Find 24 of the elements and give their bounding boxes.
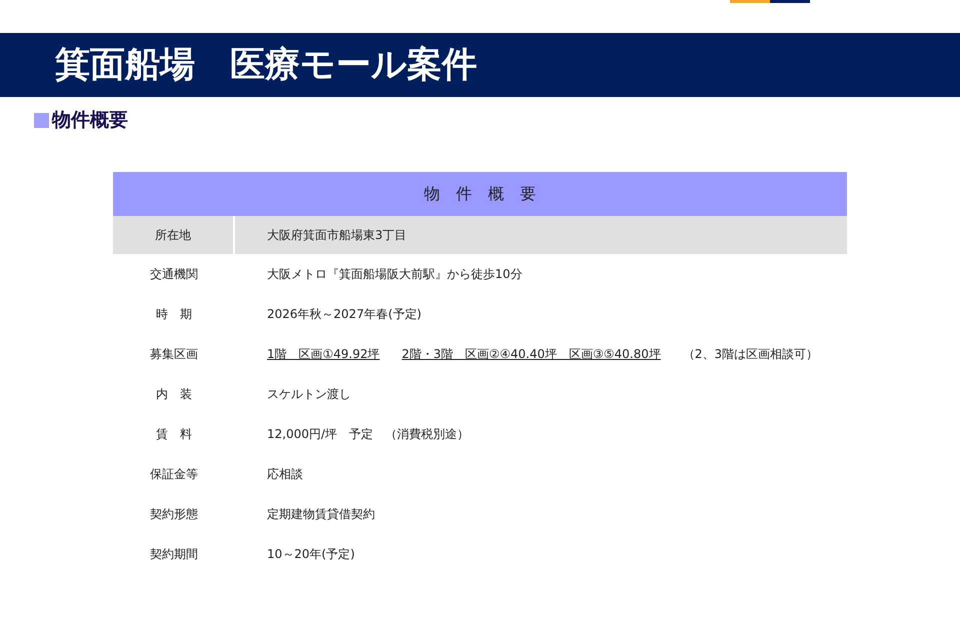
row-label: 所在地 [113,216,235,254]
row-value: 大阪府箕面市船場東3丁目 [267,227,407,244]
row-label: 交通機関 [149,266,199,283]
row-value: 12,000円/坪 予定 （消費税別途） [267,426,470,443]
row-label: 時 期 [155,306,193,323]
square-bullet-icon [34,113,49,128]
row-value: 10～20年(予定) [267,546,355,563]
row-label: 募集区画 [149,346,199,363]
unit-link[interactable]: 2階・3階 区画②④40.40坪 区画③⑤40.80坪 [402,345,661,363]
row-label: 保証金等 [149,466,199,483]
row-value: スケルトン渡し [267,386,351,403]
row-value: 応相談 [267,466,303,483]
row-value: 定期建物賃貸借契約 [267,506,375,523]
page-title: 箕面船場 医療モール案件 [55,48,477,82]
row-value: 2026年秋～2027年春(予定) [267,306,422,323]
row-label: 内 装 [155,386,193,403]
row-value: （2、3階は区画相談可） [682,346,818,363]
row-label: 契約期間 [149,546,199,563]
table-header: 物 件 概 要 [113,172,847,216]
row-value: 大阪メトロ『箕面船場阪大前駅』から徒歩10分 [267,266,522,283]
section-heading: 物件概要 [52,111,128,130]
row-label: 契約形態 [149,506,199,523]
unit-link[interactable]: 1階 区画①49.92坪 [267,345,380,363]
row-label: 賃 料 [155,426,193,443]
